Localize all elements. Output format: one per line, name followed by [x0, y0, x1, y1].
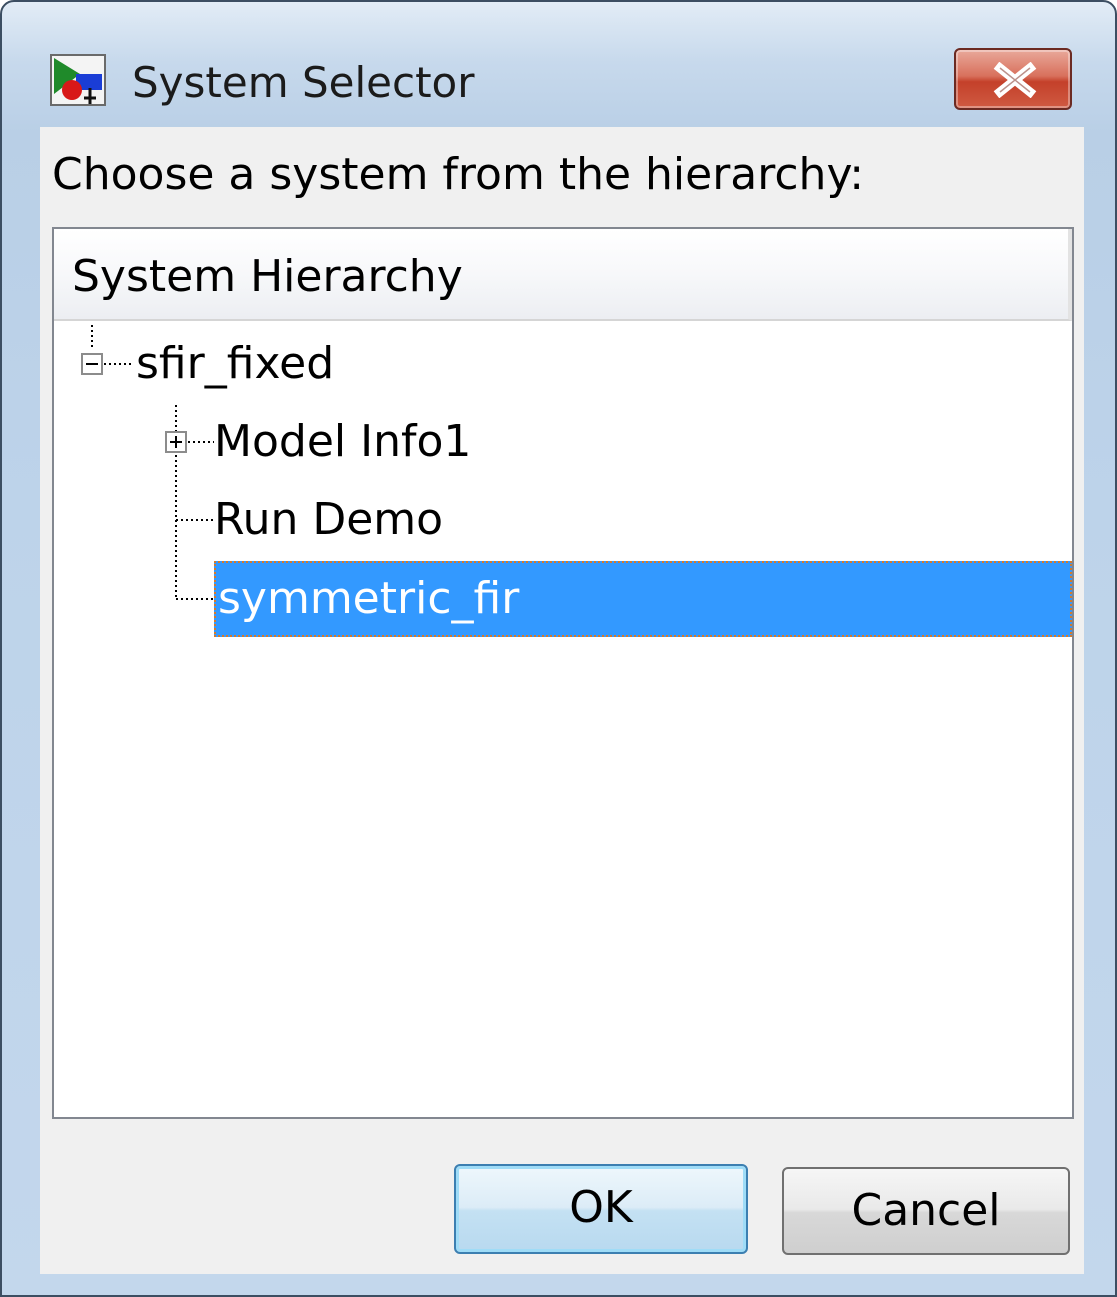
tree-node-symmetric-fir-label: symmetric_fir [218, 573, 520, 624]
close-button[interactable] [954, 48, 1072, 110]
title-bar[interactable]: System Selector [2, 2, 1115, 127]
tree-node-sfir-fixed[interactable]: sfir_fixed [136, 334, 334, 394]
tree-node-model-info1[interactable]: Model Info1 [214, 412, 471, 472]
close-icon [993, 62, 1037, 98]
prompt-label: Choose a system from the hierarchy: [52, 149, 865, 200]
ok-button[interactable]: OK [454, 1164, 748, 1254]
dialog-body: Choose a system from the hierarchy: Syst… [40, 127, 1084, 1274]
tree-node-symmetric-fir[interactable]: symmetric_fir [214, 561, 1072, 637]
tree-column-header[interactable]: System Hierarchy [54, 229, 1072, 321]
simulink-model-icon [50, 54, 106, 106]
cancel-button[interactable]: Cancel [782, 1167, 1070, 1255]
tree-node-run-demo[interactable]: Run Demo [214, 490, 443, 550]
system-hierarchy-tree[interactable]: System Hierarchy sfir_fixed Model Info1 … [52, 227, 1074, 1119]
sfir-fixed-collapse-toggle[interactable] [81, 353, 103, 375]
model-info1-expand-toggle[interactable] [165, 431, 187, 453]
system-selector-dialog: System Selector Choose a system from the… [0, 0, 1117, 1297]
tree-header-label: System Hierarchy [72, 251, 463, 302]
window-title: System Selector [132, 58, 475, 107]
